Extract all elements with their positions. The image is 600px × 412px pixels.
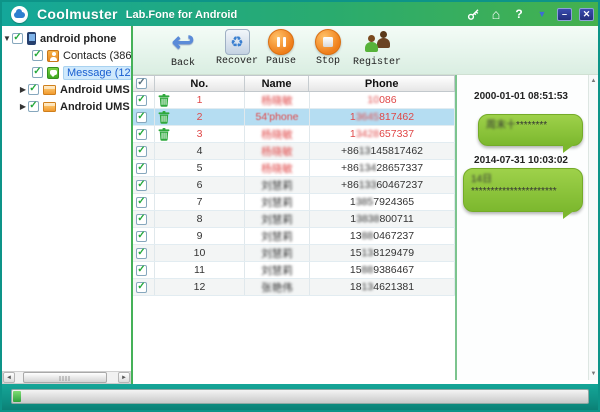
app-logo-icon [11,6,28,23]
tree-checkbox[interactable]: ✓ [28,101,39,112]
home-icon[interactable]: ⌂ [488,6,504,22]
scroll-left-icon[interactable]: ◄ [3,372,15,383]
table-row[interactable]: ✓ 9 刘慧莉 13880467237 [133,228,455,245]
recover-icon: ♻ [225,29,250,55]
col-phone[interactable]: Phone [309,76,454,91]
message-icon [47,67,59,79]
row-checkbox[interactable]: ✓ [136,282,147,293]
table-row[interactable]: ✓ 7 刘慧莉 13857924365 [133,194,455,211]
tree-checkbox[interactable]: ✓ [12,33,23,44]
row-checkbox[interactable]: ✓ [136,231,147,242]
back-button[interactable]: ↩ Back [154,28,212,73]
deleted-trash-icon [158,94,170,110]
table-row[interactable]: ✓ 12 张艳伟 18134621381 [133,279,455,296]
sidebar-item-message[interactable]: ✓ Message (12) [2,64,132,81]
table-row[interactable]: ✓ 11 刘慧莉 15889386467 [133,262,455,279]
col-no[interactable]: No. [155,76,245,91]
expander-closed-icon[interactable]: ▶ [18,85,28,94]
status-bar [2,384,598,410]
tree-checkbox[interactable]: ✓ [32,50,43,61]
progress-fill [13,391,21,402]
drive-icon [43,85,56,95]
stop-icon [315,29,341,55]
toolbar: ↩ Back ♻ Recover Pause Stop Register [133,26,598,75]
app-title: Lab.Fone for Android [126,9,237,21]
row-checkbox[interactable]: ✓ [136,95,147,106]
drive-icon [43,102,56,112]
progress-bar [11,389,589,404]
row-checkbox[interactable]: ✓ [136,214,147,225]
col-name[interactable]: Name [245,76,310,91]
tree-checkbox[interactable]: ✓ [28,84,39,95]
contacts-icon [47,50,59,62]
message-table: ✓ 1 杨晓敏 10086 ✓ 2 54'phone 13645817462 ✓… [133,92,455,296]
message-bubble: 14日********************** [463,168,583,212]
pause-icon [268,29,294,55]
sidebar-item-android-ums-1[interactable]: ▶ ✓ Android UMS Com... [2,81,132,98]
minimize-button[interactable]: – [557,8,572,21]
deleted-trash-icon [158,111,170,127]
help-icon[interactable]: ? [511,6,527,22]
message-timestamp: 2000-01-01 08:51:53 [457,91,585,102]
scrollbar-track[interactable] [15,372,118,383]
table-row[interactable]: ✓ 4 杨晓敏 +8613145817462 [133,143,455,160]
sidebar-item-contacts[interactable]: ✓ Contacts (386) [2,47,132,64]
message-timestamp: 2014-07-31 10:03:02 [457,155,585,166]
row-checkbox[interactable]: ✓ [136,197,147,208]
table-header: ✓ No. Name Phone [133,75,455,92]
row-checkbox[interactable]: ✓ [136,180,147,191]
back-arrow-icon: ↩ [172,28,195,57]
app-window: Coolmuster Lab.Fone for Android ⌂ ? ▼ – … [0,0,600,412]
sidebar: ▼ ✓ android phone ✓ Contacts (386) ✓ Mes… [2,26,132,384]
table-row[interactable]: ✓ 5 杨晓敏 +8613428657337 [133,160,455,177]
sidebar-horizontal-scrollbar[interactable]: ◄ ► [2,371,131,384]
message-bubble: 周末十******** [478,114,583,146]
row-checkbox[interactable]: ✓ [136,248,147,259]
register-button[interactable]: Register [348,28,406,73]
selected-tree-label: Message (12) [63,66,132,80]
main-area: ↩ Back ♻ Recover Pause Stop Register [131,26,598,384]
tree-checkbox[interactable]: ✓ [32,67,43,78]
sidebar-item-android-ums-2[interactable]: ▶ ✓ Android UMS Com... [2,98,132,115]
message-preview-panel: 2000-01-01 08:51:53 周末十******** 2014-07-… [457,75,598,380]
table-row[interactable]: ✓ 8 刘慧莉 13838800711 [133,211,455,228]
phone-device-icon [27,32,36,45]
scrollbar-thumb[interactable] [23,372,107,383]
select-all-checkbox[interactable]: ✓ [136,78,147,89]
table-row[interactable]: ✓ 6 刘慧莉 +8613360467237 [133,177,455,194]
close-button[interactable]: ✕ [579,8,594,21]
sidebar-item-android-phone[interactable]: ▼ ✓ android phone [2,30,132,47]
deleted-trash-icon [158,128,170,144]
expander-closed-icon[interactable]: ▶ [18,102,28,111]
brand-name: Coolmuster [37,6,118,22]
row-checkbox[interactable]: ✓ [136,129,147,140]
row-checkbox[interactable]: ✓ [136,163,147,174]
titlebar-controls: ⌂ ? ▼ – ✕ [465,2,594,26]
scroll-right-icon[interactable]: ► [118,372,130,383]
select-all-cell: ✓ [133,76,155,91]
register-users-icon [362,29,392,56]
scroll-down-icon[interactable]: ▼ [589,369,598,379]
row-checkbox[interactable]: ✓ [136,146,147,157]
table-row[interactable]: ✓ 3 杨晓敏 13428657337 [133,126,455,143]
dropdown-caret-icon[interactable]: ▼ [534,6,550,22]
row-checkbox[interactable]: ✓ [136,265,147,276]
key-icon[interactable] [465,6,481,22]
table-row-selected[interactable]: ✓ 2 54'phone 13645817462 [133,109,455,126]
titlebar: Coolmuster Lab.Fone for Android ⌂ ? ▼ – … [2,2,598,26]
expander-open-icon[interactable]: ▼ [2,34,12,43]
preview-vertical-scrollbar[interactable]: ▲ ▼ [588,75,598,380]
table-row[interactable]: ✓ 1 杨晓敏 10086 [133,92,455,109]
row-checkbox[interactable]: ✓ [136,112,147,123]
table-row[interactable]: ✓ 10 刘慧莉 15138129479 [133,245,455,262]
scroll-up-icon[interactable]: ▲ [589,76,598,86]
